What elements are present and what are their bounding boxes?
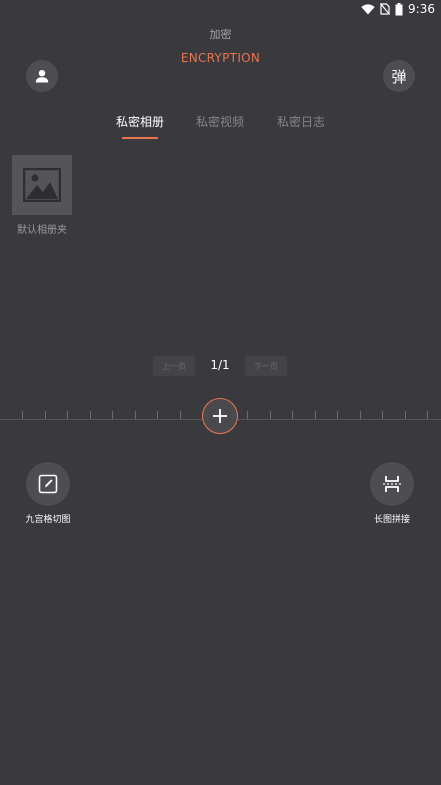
- tab-bar: 私密相册 私密视频 私密日志: [0, 113, 441, 143]
- header-subtitle: 加密: [209, 28, 232, 41]
- stitch-icon: [383, 476, 401, 492]
- ruler-tick: [247, 411, 248, 419]
- album-item[interactable]: 默认相册夹: [12, 155, 74, 236]
- tool-label: 九宫格切图: [25, 515, 71, 525]
- no-sim-icon: [380, 3, 391, 15]
- tab-private-video[interactable]: 私密视频: [180, 113, 260, 130]
- user-profile-button[interactable]: [26, 60, 58, 92]
- tab-private-album[interactable]: 私密相册: [100, 113, 180, 139]
- popup-button[interactable]: 弹: [383, 60, 415, 92]
- ruler-tick: [337, 411, 338, 419]
- active-tab-indicator: [122, 137, 158, 139]
- prev-page-button[interactable]: 上一页: [153, 356, 195, 376]
- ruler-tick: [112, 411, 113, 419]
- album-label: 默认相册夹: [17, 225, 67, 236]
- wifi-icon: [361, 3, 375, 15]
- ruler-tick: [180, 411, 181, 419]
- tool-button[interactable]: [26, 462, 70, 506]
- ruler-tick: [360, 411, 361, 419]
- add-button[interactable]: [202, 398, 238, 434]
- user-icon: [35, 70, 49, 83]
- ruler-tick: [135, 411, 136, 419]
- status-icons: 9:36: [361, 2, 435, 16]
- album-thumbnail: [12, 155, 72, 215]
- plus-icon: [213, 409, 227, 423]
- tab-private-diary[interactable]: 私密日志: [261, 113, 341, 130]
- next-page-label: 下一页: [254, 361, 278, 371]
- next-page-button[interactable]: 下一页: [245, 356, 287, 376]
- tab-label: 私密相册: [115, 115, 164, 129]
- pager: 上一页 1/1 下一页: [0, 356, 441, 376]
- ruler-tick: [67, 411, 68, 419]
- ruler-tick: [45, 411, 46, 419]
- tab-label: 私密日志: [276, 115, 325, 129]
- ruler-tick: [22, 411, 23, 419]
- popup-button-label: 弹: [391, 67, 407, 86]
- long-image-stitch-tool[interactable]: 长图拼接: [357, 462, 427, 525]
- nine-grid-cut-tool[interactable]: 九宫格切图: [13, 462, 83, 525]
- battery-icon: [395, 2, 403, 15]
- ruler-tick: [90, 411, 91, 419]
- page-indicator: 1/1: [210, 358, 230, 372]
- prev-page-label: 上一页: [162, 361, 186, 371]
- ruler-tick: [292, 411, 293, 419]
- tool-button[interactable]: [370, 462, 414, 506]
- status-time: 9:36: [408, 2, 435, 16]
- tab-label: 私密视频: [195, 115, 244, 129]
- ruler-tick: [157, 411, 158, 419]
- edit-pen-icon: [38, 474, 58, 494]
- page-title: ENCRYPTION: [180, 51, 261, 65]
- ruler-tick: [427, 411, 428, 419]
- status-bar: 9:36: [0, 0, 441, 18]
- ruler-tick: [405, 411, 406, 419]
- image-placeholder-icon: [23, 168, 61, 202]
- ruler-tick: [382, 411, 383, 419]
- ruler-tick: [270, 411, 271, 419]
- tool-label: 长图拼接: [373, 515, 410, 525]
- ruler-tick: [315, 411, 316, 419]
